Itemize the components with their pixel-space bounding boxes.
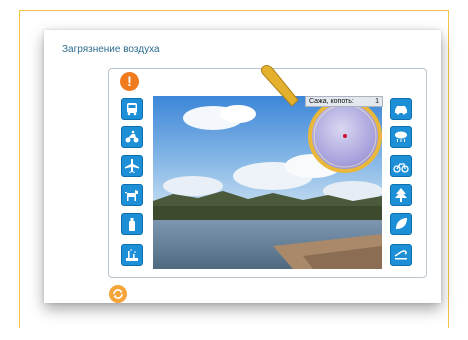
spray-can-icon (129, 218, 135, 231)
factory-icon (126, 249, 138, 261)
soot-label: Сажа, копоть: (309, 98, 354, 105)
factory-button[interactable] (121, 244, 143, 266)
motorcycle-icon (125, 130, 139, 143)
wind-button[interactable] (390, 244, 412, 266)
car-icon (395, 106, 407, 115)
soot-value: 1 (375, 98, 379, 105)
rain-button[interactable] (390, 126, 412, 148)
wind-icon (394, 250, 407, 260)
soot-readout: Сажа, копоть: 1 (305, 96, 383, 107)
refresh-icon (113, 289, 123, 299)
bus-button[interactable] (121, 98, 143, 120)
bicycle-icon (393, 163, 409, 173)
dog-icon (125, 190, 138, 201)
car-button[interactable] (390, 98, 412, 120)
leaf-icon (396, 218, 407, 229)
tree-icon (395, 188, 407, 202)
leaf-button[interactable] (390, 213, 412, 235)
page-title: Загрязнение воздуха (62, 44, 160, 55)
dog-button[interactable] (121, 184, 143, 206)
airplane-icon (125, 159, 139, 173)
airplane-button[interactable] (121, 155, 143, 177)
magnifier-icon[interactable] (258, 64, 384, 186)
tree-button[interactable] (390, 184, 412, 206)
warning-icon[interactable]: ! (120, 72, 139, 91)
refresh-button[interactable] (109, 285, 127, 303)
spray-button[interactable] (121, 213, 143, 235)
bus-icon (127, 103, 137, 116)
rain-cloud-icon (395, 131, 407, 142)
motorcycle-button[interactable] (121, 126, 143, 148)
bicycle-button[interactable] (390, 155, 412, 177)
